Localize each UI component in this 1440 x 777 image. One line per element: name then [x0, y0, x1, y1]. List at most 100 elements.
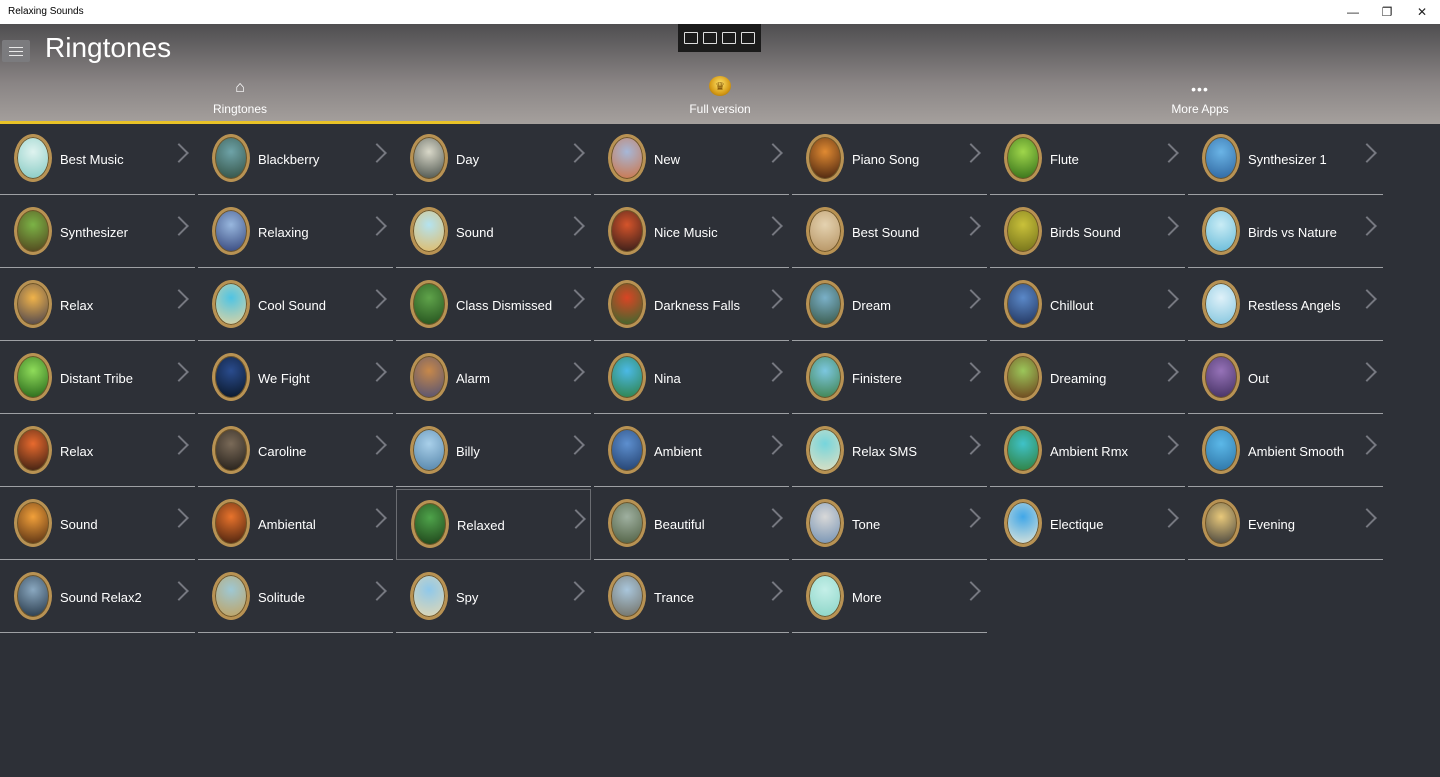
ringtone-tile[interactable]: Ambiental — [198, 489, 393, 560]
ringtone-tile[interactable]: Beautiful — [594, 489, 789, 560]
ringtone-label: Sound — [456, 225, 494, 240]
ringtone-tile[interactable]: Dreaming — [990, 343, 1185, 414]
ringtone-tile[interactable]: Class Dismissed — [396, 270, 591, 341]
ringtone-tile[interactable]: Sound — [396, 197, 591, 268]
ringtone-tile[interactable]: Trance — [594, 562, 789, 633]
ringtone-thumbnail — [608, 499, 646, 547]
ringtone-tile[interactable]: Best Music — [0, 124, 195, 195]
ringtone-tile[interactable]: Relax — [0, 416, 195, 487]
ringtone-tile[interactable]: Relaxing — [198, 197, 393, 268]
ringtone-tile[interactable]: Sound Relax2 — [0, 562, 195, 633]
region-icon[interactable] — [721, 32, 736, 44]
close-button[interactable]: ✕ — [1405, 0, 1439, 24]
ringtone-tile[interactable]: Synthesizer — [0, 197, 195, 268]
ringtone-tile[interactable]: Solitude — [198, 562, 393, 633]
crown-icon: ♛ — [709, 76, 731, 96]
ringtone-tile[interactable]: Best Sound — [792, 197, 987, 268]
tab-full-version[interactable]: ♛ Full version — [480, 74, 960, 124]
ringtone-thumbnail — [410, 426, 448, 474]
ringtone-label: Class Dismissed — [456, 298, 553, 313]
ringtone-tile[interactable]: Cool Sound — [198, 270, 393, 341]
ringtone-thumbnail — [806, 134, 844, 182]
ringtone-tile[interactable]: Ambient Rmx — [990, 416, 1185, 487]
ringtone-tile[interactable]: Dream — [792, 270, 987, 341]
ringtone-label: Restless Angels — [1248, 298, 1341, 313]
ringtone-label: Tone — [852, 517, 881, 532]
chevron-right-icon — [1357, 435, 1377, 455]
ringtone-tile[interactable]: More — [792, 562, 987, 633]
ringtone-tile[interactable]: Tone — [792, 489, 987, 560]
ringtone-label: Relax SMS — [852, 444, 918, 459]
settings-icon[interactable] — [740, 32, 755, 44]
ringtone-label: Alarm — [456, 371, 490, 386]
ringtone-tile[interactable]: Billy — [396, 416, 591, 487]
ringtone-label: Blackberry — [258, 152, 320, 167]
ringtone-thumbnail — [1202, 426, 1240, 474]
ringtone-tile[interactable]: Relaxed — [396, 489, 591, 560]
ringtone-label: Out — [1248, 371, 1269, 386]
chevron-right-icon — [1159, 508, 1179, 528]
ringtone-tile[interactable]: Chillout — [990, 270, 1185, 341]
window-title: Relaxing Sounds — [8, 6, 84, 17]
ringtone-label: Evening — [1248, 517, 1295, 532]
chevron-right-icon — [565, 289, 585, 309]
chevron-right-icon — [961, 362, 981, 382]
ringtone-tile[interactable]: Caroline — [198, 416, 393, 487]
chevron-right-icon — [961, 508, 981, 528]
ringtone-tile[interactable]: Out — [1188, 343, 1383, 414]
ringtone-tile[interactable]: Nice Music — [594, 197, 789, 268]
chevron-right-icon — [763, 362, 783, 382]
ringtone-tile[interactable]: Ambient — [594, 416, 789, 487]
capture-icon[interactable] — [684, 32, 699, 44]
ringtone-tile[interactable]: Spy — [396, 562, 591, 633]
ringtone-label: Sound Relax2 — [60, 590, 142, 605]
chevron-right-icon — [961, 216, 981, 236]
chevron-right-icon — [1357, 143, 1377, 163]
ringtone-tile[interactable]: Birds vs Nature — [1188, 197, 1383, 268]
ringtone-tile[interactable]: Relax — [0, 270, 195, 341]
ringtone-label: Billy — [456, 444, 480, 459]
app-header: Ringtones ⌂ Ringtones ♛ Full version •••… — [0, 24, 1440, 124]
ringtone-tile[interactable]: Sound — [0, 489, 195, 560]
chevron-right-icon — [169, 581, 189, 601]
ringtone-thumbnail — [14, 572, 52, 620]
ringtone-tile[interactable]: Evening — [1188, 489, 1383, 560]
ringtone-tile[interactable]: Piano Song — [792, 124, 987, 195]
ringtone-tile[interactable]: Distant Tribe — [0, 343, 195, 414]
ringtone-tile[interactable]: Ambient Smooth — [1188, 416, 1383, 487]
ringtone-label: Finistere — [852, 371, 902, 386]
ringtone-tile[interactable]: New — [594, 124, 789, 195]
chevron-right-icon — [1357, 289, 1377, 309]
ringtone-tile[interactable]: Alarm — [396, 343, 591, 414]
ringtone-tile[interactable]: Blackberry — [198, 124, 393, 195]
tab-ringtones[interactable]: ⌂ Ringtones — [0, 74, 480, 124]
hamburger-menu-button[interactable] — [2, 40, 30, 62]
ringtone-tile[interactable]: Relax SMS — [792, 416, 987, 487]
ringtone-thumbnail — [212, 572, 250, 620]
ringtone-thumbnail — [212, 353, 250, 401]
ringtone-tile[interactable]: Birds Sound — [990, 197, 1185, 268]
ringtone-thumbnail — [1004, 280, 1042, 328]
ringtone-tile[interactable]: Finistere — [792, 343, 987, 414]
tab-more-apps[interactable]: ••• More Apps — [960, 74, 1440, 124]
chevron-right-icon — [169, 289, 189, 309]
chevron-right-icon — [367, 508, 387, 528]
chevron-right-icon — [763, 581, 783, 601]
chevron-right-icon — [565, 581, 585, 601]
ringtone-tile[interactable]: Synthesizer 1 — [1188, 124, 1383, 195]
ringtone-tile[interactable]: Day — [396, 124, 591, 195]
ringtone-label: Piano Song — [852, 152, 920, 167]
ringtone-tile[interactable]: Restless Angels — [1188, 270, 1383, 341]
minimize-button[interactable]: — — [1336, 0, 1370, 24]
ringtone-tile[interactable]: Nina — [594, 343, 789, 414]
chevron-right-icon — [169, 362, 189, 382]
ringtone-tile[interactable]: Darkness Falls — [594, 270, 789, 341]
restore-button[interactable]: ❐ — [1370, 0, 1404, 24]
pointer-icon[interactable] — [703, 32, 718, 44]
chevron-right-icon — [763, 216, 783, 236]
ringtone-label: Best Music — [60, 152, 124, 167]
ringtone-tile[interactable]: Electique — [990, 489, 1185, 560]
ringtone-label: Ambiental — [258, 517, 316, 532]
ringtone-tile[interactable]: We Fight — [198, 343, 393, 414]
ringtone-tile[interactable]: Flute — [990, 124, 1185, 195]
